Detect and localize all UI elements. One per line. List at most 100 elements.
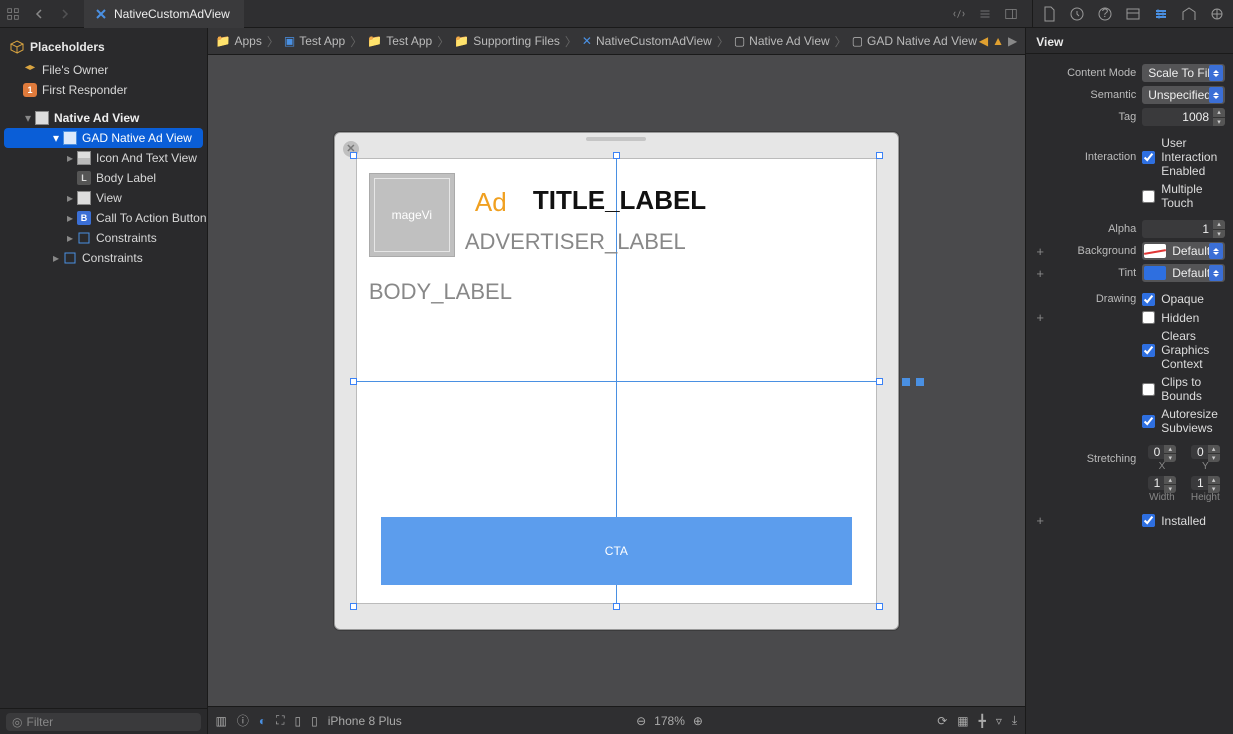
attributes-inspector-icon[interactable] — [1153, 6, 1169, 22]
appearance-icon[interactable]: ◐ — [259, 714, 266, 728]
cta-button-row[interactable]: ▸ B Call To Action Button — [0, 208, 207, 228]
add-installed-icon[interactable]: + — [1034, 513, 1046, 528]
stretching-label: Stretching — [1052, 453, 1136, 465]
cube-icon — [22, 62, 38, 78]
icon-and-text-view-row[interactable]: ▸ Icon And Text View — [0, 148, 207, 168]
body-label-row[interactable]: L Body Label — [0, 168, 207, 188]
gad-native-ad-view-canvas[interactable]: mageVi Ad TITLE_LABEL ADVERTISER_LABEL B… — [356, 158, 877, 604]
orientation-icon[interactable]: ⛶ — [276, 713, 284, 728]
identity-inspector-icon[interactable] — [1125, 6, 1141, 22]
disclosure-triangle-icon[interactable]: ▸ — [64, 191, 76, 205]
disclosure-triangle-icon[interactable]: ▸ — [64, 211, 76, 225]
resolve-icon[interactable]: ⤓ — [1012, 713, 1017, 728]
file-inspector-icon[interactable] — [1041, 6, 1057, 22]
info-icon[interactable]: ⓘ — [237, 712, 249, 729]
filter-field[interactable]: ◎ Filter — [6, 713, 201, 731]
label-icon: L — [76, 170, 92, 186]
related-items-button[interactable] — [2, 3, 24, 25]
breadcrumb-item[interactable]: ▢ Native Ad View — [734, 34, 830, 48]
toggle-panel-icon[interactable] — [1000, 3, 1022, 25]
device-frame: ✕ mageVi Ad TITLE_LABEL ADVERTISER_LABEL… — [334, 132, 899, 630]
ib-canvas[interactable]: ✕ mageVi Ad TITLE_LABEL ADVERTISER_LABEL… — [208, 55, 1026, 706]
warning-prev-icon[interactable]: ◀ — [979, 34, 988, 48]
add-background-icon[interactable]: + — [1034, 244, 1046, 259]
warning-next-icon[interactable]: ▶ — [1008, 34, 1017, 48]
first-responder-row[interactable]: 1 First Responder — [0, 80, 207, 100]
alpha-field[interactable]: 1▴▾ — [1142, 220, 1225, 238]
disclosure-triangle-icon[interactable]: ▸ — [64, 231, 76, 245]
ad-cta-button: CTA — [381, 517, 852, 585]
attributes-inspector: View Content Mode Scale To Fill Semantic… — [1025, 28, 1233, 734]
disclosure-triangle-icon[interactable]: ▾ — [50, 131, 62, 145]
stretch-w-field[interactable]: 1▴▾ — [1148, 476, 1177, 490]
row-label: First Responder — [42, 83, 127, 97]
breadcrumb-item[interactable]: ▢ GAD Native Ad View — [852, 34, 977, 48]
pin-icon[interactable]: ▿ — [996, 714, 1002, 728]
disclosure-triangle-icon[interactable]: ▾ — [22, 111, 34, 125]
user-interaction-checkbox[interactable]: User Interaction Enabled — [1142, 136, 1225, 178]
add-tint-icon[interactable]: + — [1034, 266, 1046, 281]
toggle-outline-icon[interactable]: ▥ — [216, 714, 227, 728]
native-ad-view-row[interactable]: ▾ Native Ad View — [0, 108, 207, 128]
align-icon[interactable]: ╋ — [979, 714, 986, 728]
add-drawing-icon[interactable]: + — [1034, 310, 1046, 325]
stretch-x-field[interactable]: 0▴▾ — [1148, 445, 1177, 459]
content-mode-label: Content Mode — [1052, 67, 1136, 79]
multiple-touch-checkbox[interactable]: Multiple Touch — [1142, 182, 1225, 210]
editor-tab[interactable]: NativeCustomAdView — [84, 0, 244, 28]
adjust-editor-icon[interactable] — [974, 3, 996, 25]
alpha-label: Alpha — [1052, 223, 1136, 235]
close-icon: ✕ — [343, 141, 359, 157]
device-icon[interactable]: ▯ — [295, 714, 302, 728]
installed-checkbox[interactable]: Installed — [1142, 514, 1206, 528]
constraints-row[interactable]: ▸ Constraints — [0, 228, 207, 248]
disclosure-triangle-icon[interactable]: ▸ — [64, 151, 76, 165]
row-label: Constraints — [96, 231, 157, 245]
breadcrumb-item[interactable]: ▣ Test App — [284, 34, 345, 48]
update-frames-icon[interactable]: ⟳ — [937, 714, 947, 728]
files-owner-row[interactable]: File's Owner — [0, 60, 207, 80]
embed-icon[interactable]: ▦ — [957, 714, 968, 728]
stretch-y-field[interactable]: 0▴▾ — [1191, 445, 1220, 459]
forward-button[interactable] — [54, 3, 76, 25]
guide-horizontal — [357, 381, 876, 382]
disclosure-triangle-icon[interactable]: ▸ — [50, 251, 62, 265]
interaction-label: Interaction — [1052, 151, 1136, 163]
clears-graphics-checkbox[interactable]: Clears Graphics Context — [1142, 329, 1225, 371]
device-name[interactable]: iPhone 8 Plus — [328, 714, 402, 728]
history-inspector-icon[interactable] — [1069, 6, 1085, 22]
warning-icon[interactable]: ▲ — [992, 34, 1004, 48]
breadcrumb-item[interactable]: 📁 Supporting Files — [454, 34, 560, 48]
constraints-row-2[interactable]: ▸ Constraints — [0, 248, 207, 268]
outline-tree[interactable]: Placeholders File's Owner 1 First Respon… — [0, 28, 207, 708]
stretch-h-field[interactable]: 1▴▾ — [1191, 476, 1220, 490]
content-mode-popup[interactable]: Scale To Fill — [1142, 64, 1225, 82]
zoom-value[interactable]: 178% — [654, 714, 685, 728]
device2-icon[interactable]: ▯ — [311, 714, 318, 728]
background-colorwell[interactable]: Default — [1142, 242, 1225, 260]
tag-field[interactable]: 1008▴▾ — [1142, 108, 1225, 126]
back-button[interactable] — [28, 3, 50, 25]
help-inspector-icon[interactable]: ? — [1097, 6, 1113, 22]
zoom-in-icon[interactable]: ⊕ — [693, 714, 703, 728]
zoom-out-icon[interactable]: ⊖ — [636, 714, 646, 728]
breadcrumb-item[interactable]: 📁 Test App — [367, 34, 432, 48]
document-outline: Placeholders File's Owner 1 First Respon… — [0, 28, 208, 734]
connections-inspector-icon[interactable] — [1209, 6, 1225, 22]
xib-file-icon — [94, 7, 114, 21]
gad-native-ad-view-row[interactable]: ▾ GAD Native Ad View — [4, 128, 203, 148]
breadcrumb-item[interactable]: 📁 Apps — [216, 34, 262, 48]
code-review-icon[interactable] — [948, 3, 970, 25]
size-inspector-icon[interactable] — [1181, 6, 1197, 22]
semantic-popup[interactable]: Unspecified — [1142, 86, 1225, 104]
hidden-checkbox[interactable]: Hidden — [1142, 311, 1199, 325]
tint-colorwell[interactable]: Default — [1142, 264, 1225, 282]
opaque-checkbox[interactable]: Opaque — [1142, 292, 1204, 306]
ad-badge-label: Ad — [475, 187, 507, 218]
clips-bounds-checkbox[interactable]: Clips to Bounds — [1142, 375, 1225, 403]
view-row[interactable]: ▸ View — [0, 188, 207, 208]
jump-bar[interactable]: 📁 Apps〉 ▣ Test App〉 📁 Test App〉 📁 Suppor… — [208, 28, 1026, 55]
autoresize-checkbox[interactable]: Autoresize Subviews — [1142, 407, 1225, 435]
tab-title: NativeCustomAdView — [114, 7, 230, 21]
breadcrumb-item[interactable]: ✕ NativeCustomAdView — [582, 34, 712, 48]
